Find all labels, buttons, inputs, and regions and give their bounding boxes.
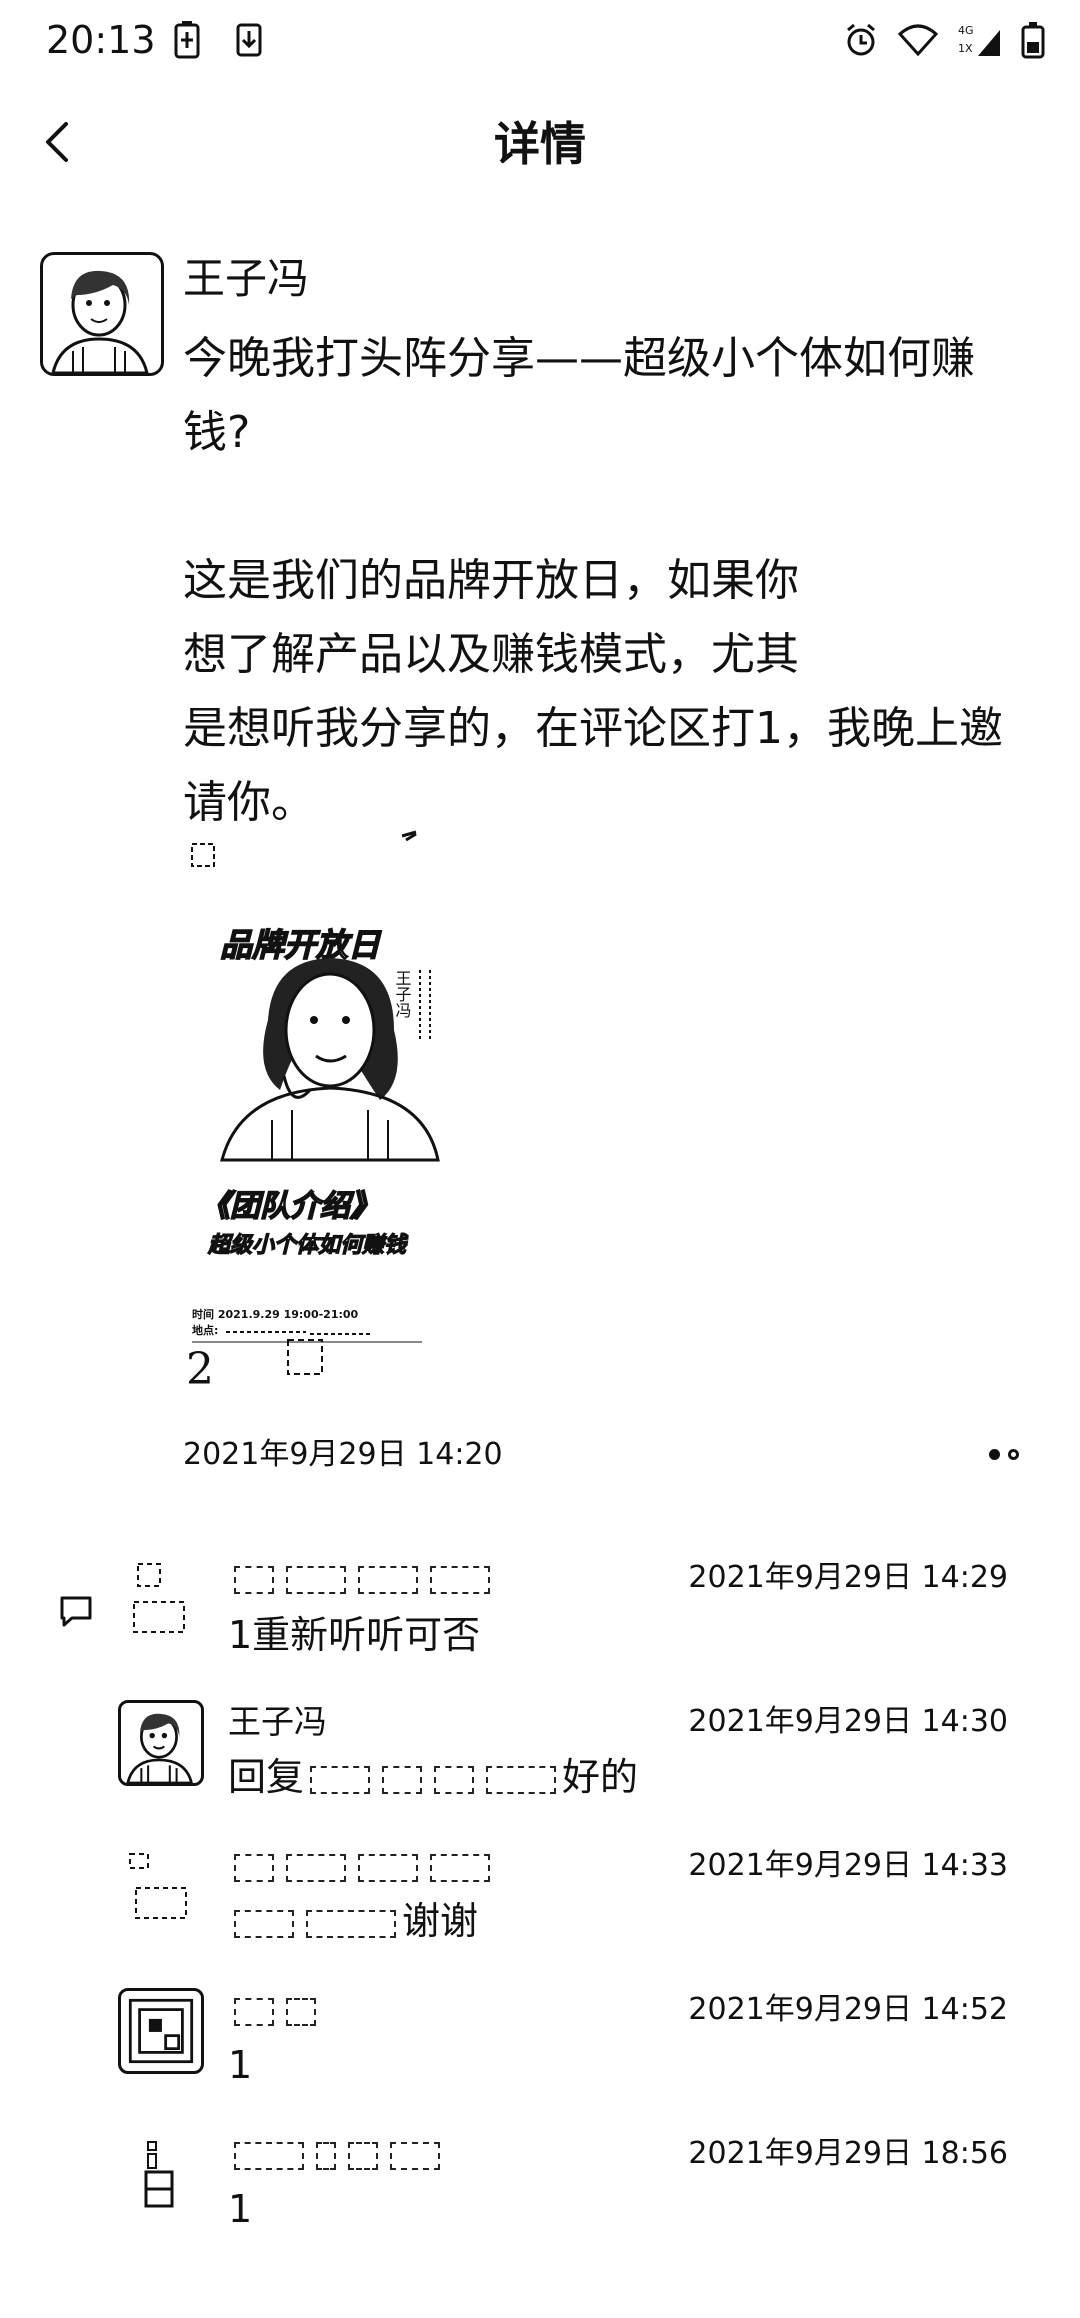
author-avatar[interactable] [40, 252, 164, 376]
download-icon [236, 23, 262, 57]
post-author-name[interactable]: 王子冯 [183, 251, 309, 307]
comment-icon[interactable] [58, 1594, 94, 1628]
poster-time-line: 时间 2021.9.29 19:00-21:00 [192, 1307, 359, 1321]
commenter-name[interactable] [228, 1844, 496, 1888]
reply-prefix: 回复 [228, 1755, 305, 1799]
comment-item[interactable]: 2021年9月29日 18:56 1 [118, 2132, 1008, 2252]
poster-bird-icon [401, 830, 417, 842]
poster-place-line: 地点: [192, 1323, 218, 1337]
reply-text: 好的 [562, 1755, 639, 1799]
poster-logo-icon [191, 843, 215, 867]
svg-text:1X: 1X [958, 42, 973, 55]
post-timestamp: 2021年9月29日 14:20 [183, 1437, 503, 1472]
more-options-button[interactable] [982, 1438, 1026, 1470]
comment-item[interactable]: 2021年9月29日 14:29 1重新听听可否 [118, 1556, 1008, 1676]
more-dot-icon [989, 1448, 1000, 1460]
commenter-name[interactable]: 王子冯 [228, 1700, 327, 1744]
commenter-avatar[interactable] [118, 1988, 204, 2074]
page-title: 详情 [494, 117, 586, 171]
comment-text: 1 [228, 2187, 253, 2231]
title-bar: 详情 [0, 96, 1080, 192]
comment-timestamp: 2021年9月29日 14:33 [688, 1848, 1008, 1883]
post-poster-image[interactable]: 品牌开放日 王子冯 《团队介绍》 超级小个体如何赚钱 时间 2021.9.29 … [180, 830, 610, 1390]
commenter-name[interactable] [228, 2132, 446, 2176]
comment-text: 1重新听听可否 [228, 1613, 481, 1657]
commenter-avatar[interactable] [118, 1700, 204, 1786]
commenter-name[interactable] [228, 1556, 496, 1600]
portrait-image [51, 270, 149, 373]
commenter-avatar[interactable] [118, 2132, 204, 2218]
comment-item[interactable]: 王子冯 2021年9月29日 14:30 回复 好的 [118, 1700, 1008, 1820]
comment-timestamp: 2021年9月29日 14:52 [688, 1992, 1008, 2027]
handwritten-mark: 2 [186, 1344, 214, 1390]
more-dot-icon [1008, 1448, 1019, 1460]
poster-subtitle-2: 超级小个体如何赚钱 [207, 1232, 409, 1258]
battery-icon [1021, 22, 1045, 59]
comment-text: 谢谢 [228, 1896, 478, 1946]
comment-item[interactable]: 2021年9月29日 14:52 1 [118, 1988, 1008, 2108]
poster-headline: 品牌开放日 [220, 926, 382, 964]
poster-name: 王子冯 [393, 970, 412, 1019]
comment-timestamp: 2021年9月29日 14:29 [688, 1560, 1008, 1595]
comment-item[interactable]: 2021年9月29日 14:33 谢谢 [118, 1844, 1008, 1964]
commenter-name[interactable] [228, 1988, 322, 2032]
comment-text: 1 [228, 2043, 253, 2087]
battery-saver-icon [174, 21, 200, 59]
post-body-text: 今晚我打头阵分享——超级小个体如何赚 钱? 这是我们的品牌开放日，如果你 想了解… [183, 333, 1003, 828]
comment-timestamp: 2021年9月29日 18:56 [688, 2136, 1008, 2171]
svg-text:4G: 4G [958, 24, 974, 37]
wifi-icon [897, 24, 939, 57]
comment-text-value: 谢谢 [402, 1899, 479, 1943]
comment-timestamp: 2021年9月29日 14:30 [688, 1704, 1008, 1739]
commenter-avatar[interactable] [118, 1844, 204, 1930]
commenter-avatar[interactable] [118, 1556, 204, 1642]
poster-subtitle-1: 《团队介绍》 [200, 1189, 380, 1224]
alarm-icon [847, 23, 875, 56]
status-time: 20:13 [46, 18, 156, 62]
portrait-image [126, 1713, 193, 1783]
comment-text: 回复 好的 [228, 1752, 638, 1802]
signal-icon: 4G 1X [958, 24, 1000, 56]
status-bar: 20:13 4G 1X [0, 0, 1080, 82]
